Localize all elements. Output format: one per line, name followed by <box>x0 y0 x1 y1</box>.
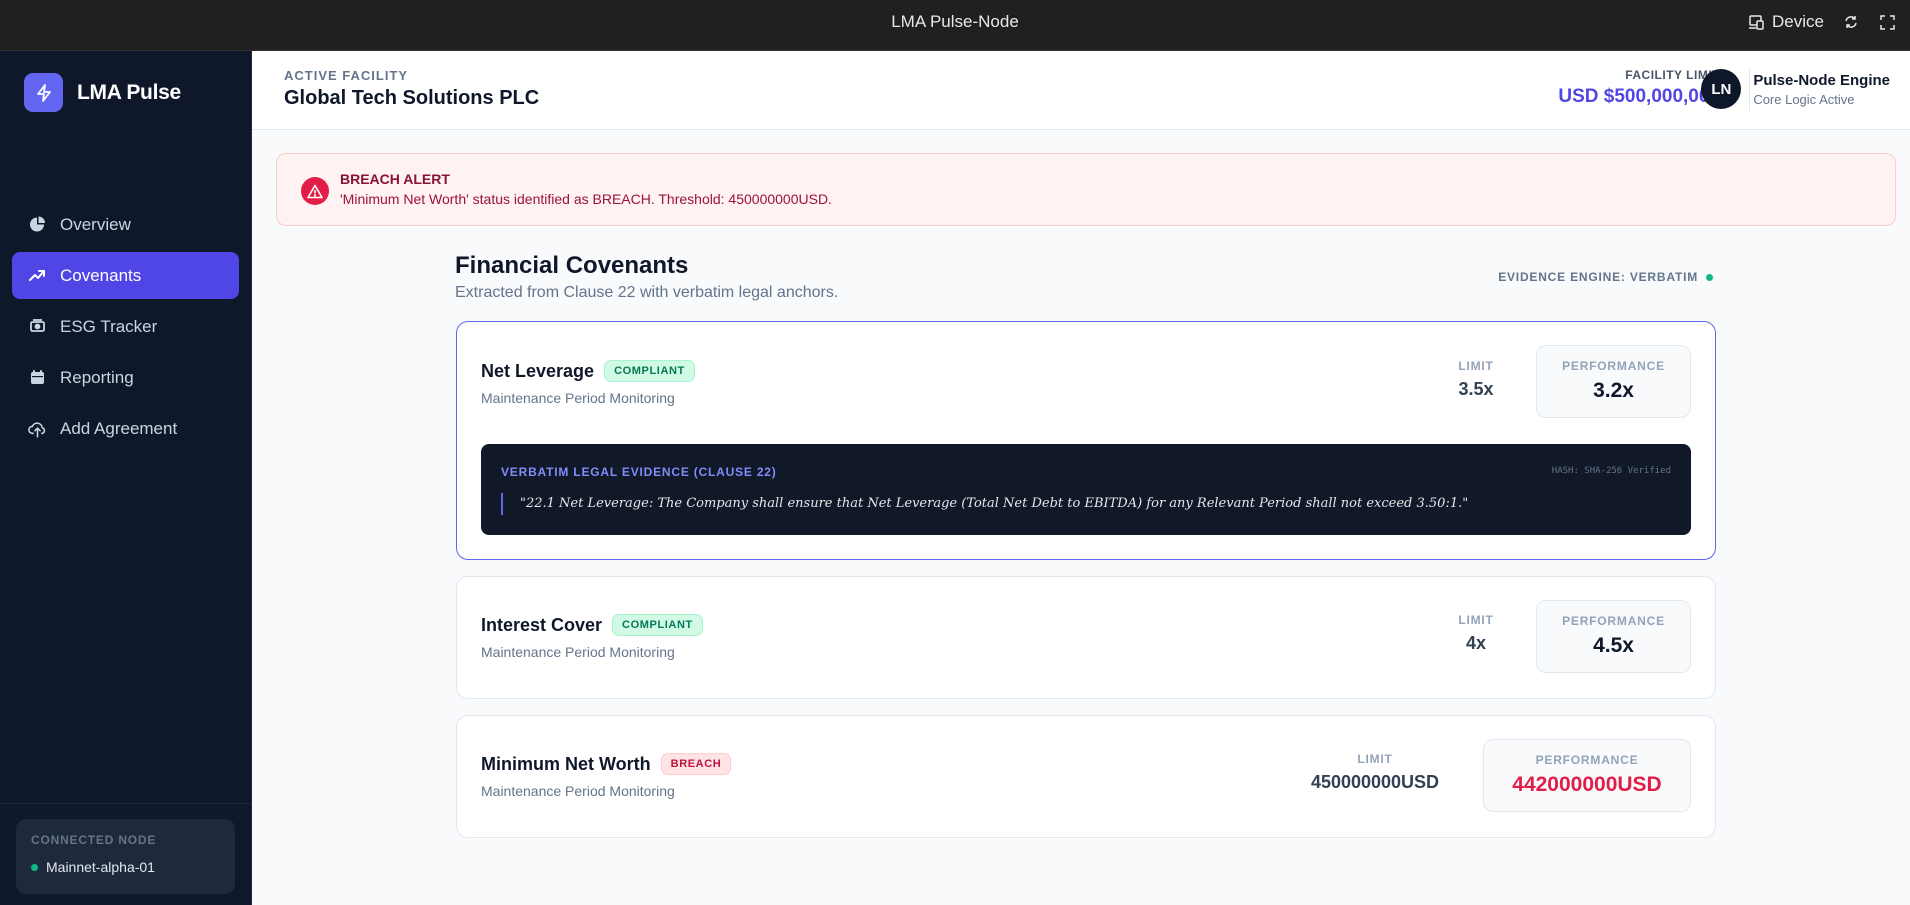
performance-label: PERFORMANCE <box>1562 359 1665 373</box>
page-subtitle: Extracted from Clause 22 with verbatim l… <box>455 284 839 301</box>
covenant-header: Minimum Net Worth BREACH <box>481 753 732 775</box>
covenant-name: Interest Cover <box>481 614 603 635</box>
limit-value: 4x <box>1465 633 1487 653</box>
connected-node-panel: CONNECTED NODE Mainnet-alpha-01 <box>16 819 235 894</box>
window-titlebar: LMA Pulse-Node Device <box>0 0 1910 51</box>
device-label: Device <box>1772 12 1824 31</box>
sidebar-divider <box>0 803 251 804</box>
fullscreen-icon[interactable] <box>1878 13 1896 31</box>
limit-block: LIMIT 450000000USD <box>1295 752 1455 793</box>
active-facility: ACTIVE FACILITY Global Tech Solutions PL… <box>284 68 539 110</box>
covenant-subtitle: Maintenance Period Monitoring <box>481 644 675 660</box>
limit-value: 450000000USD <box>1310 772 1440 792</box>
evidence-hash: HASH: SHA-256 Verified <box>1551 466 1671 476</box>
trending-up-icon <box>28 266 47 285</box>
sidebar-item-label: Covenants <box>60 265 142 285</box>
covenant-name: Net Leverage <box>481 360 595 381</box>
upload-cloud-icon <box>28 419 47 438</box>
node-status: Mainnet-alpha-01 <box>31 859 220 875</box>
evidence-title: VERBATIM LEGAL EVIDENCE (CLAUSE 22) <box>501 465 777 479</box>
facility-limit-label: FACILITY LIMIT <box>1625 68 1720 82</box>
evidence-quote: "22.1 Net Leverage: The Company shall en… <box>501 493 1468 515</box>
user-status: Core Logic Active <box>1753 91 1855 107</box>
sidebar-nav: Overview Covenants ESG Tracker Reporting… <box>12 201 239 456</box>
engine-label: EVIDENCE ENGINE: VERBATIM <box>1498 270 1698 284</box>
limit-label: LIMIT <box>1357 752 1393 766</box>
status-badge: COMPLIANT <box>612 614 703 636</box>
sidebar-item-label: Overview <box>60 214 131 234</box>
window-title: LMA Pulse-Node <box>891 12 1019 31</box>
breach-alert: BREACH ALERT 'Minimum Net Worth' status … <box>276 153 1896 226</box>
verbatim-evidence-panel: VERBATIM LEGAL EVIDENCE (CLAUSE 22) HASH… <box>481 444 1691 535</box>
page-header: ACTIVE FACILITY Global Tech Solutions PL… <box>252 51 1910 130</box>
limit-label: LIMIT <box>1458 613 1494 627</box>
limit-value: 3.5x <box>1458 379 1494 399</box>
limit-block: LIMIT 4x <box>1446 613 1506 654</box>
status-dot-icon <box>31 863 38 871</box>
status-badge: BREACH <box>660 753 732 775</box>
evidence-engine-status: EVIDENCE ENGINE: VERBATIM <box>1498 270 1713 284</box>
sidebar: LMA Pulse Overview Covenants ESG Tracker… <box>0 51 252 905</box>
performance-box: PERFORMANCE 4.5x <box>1536 600 1691 673</box>
performance-box: PERFORMANCE 442000000USD <box>1483 739 1691 812</box>
facility-limit-value: USD $500,000,000 <box>1558 86 1720 107</box>
page-title: Financial Covenants <box>455 252 689 279</box>
covenant-subtitle: Maintenance Period Monitoring <box>481 390 675 406</box>
device-icon <box>1747 13 1765 31</box>
performance-value: 3.2x <box>1593 379 1634 402</box>
covenant-name: Minimum Net Worth <box>481 753 651 774</box>
sidebar-item-label: Add Agreement <box>60 418 178 438</box>
leaf-icon <box>28 317 47 336</box>
limit-label: LIMIT <box>1458 359 1494 373</box>
titlebar-controls: Device <box>1747 0 1896 44</box>
sidebar-item-covenants[interactable]: Covenants <box>12 252 239 299</box>
facility-limit: FACILITY LIMIT USD $500,000,000 <box>1558 68 1720 108</box>
covenant-subtitle: Maintenance Period Monitoring <box>481 783 675 799</box>
sidebar-item-esg-tracker[interactable]: ESG Tracker <box>12 303 239 350</box>
device-button[interactable]: Device <box>1747 12 1824 32</box>
facility-label: ACTIVE FACILITY <box>284 68 409 83</box>
performance-label: PERFORMANCE <box>1562 614 1665 628</box>
covenant-card-interest-cover[interactable]: Interest Cover COMPLIANT Maintenance Per… <box>456 576 1716 699</box>
facility-name: Global Tech Solutions PLC <box>284 87 540 109</box>
sidebar-item-label: ESG Tracker <box>60 316 158 336</box>
pie-chart-icon <box>28 215 47 234</box>
performance-value: 4.5x <box>1593 634 1634 657</box>
user-profile[interactable]: LN Pulse-Node Engine Core Logic Active <box>1701 69 1890 109</box>
alert-title: BREACH ALERT <box>340 171 450 187</box>
performance-box: PERFORMANCE 3.2x <box>1536 345 1691 418</box>
brand[interactable]: LMA Pulse <box>24 73 181 112</box>
node-name: Mainnet-alpha-01 <box>46 859 155 875</box>
refresh-icon[interactable] <box>1842 13 1860 31</box>
node-label: CONNECTED NODE <box>31 833 157 847</box>
covenant-card-minimum-net-worth[interactable]: Minimum Net Worth BREACH Maintenance Per… <box>456 715 1716 838</box>
calendar-icon <box>28 368 47 387</box>
user-name: Pulse-Node Engine <box>1753 71 1890 89</box>
brand-name: LMA Pulse <box>77 80 181 104</box>
covenant-header: Net Leverage COMPLIANT <box>481 360 695 382</box>
covenant-card-net-leverage[interactable]: Net Leverage COMPLIANT Maintenance Perio… <box>456 321 1716 560</box>
lightning-icon <box>24 73 63 112</box>
sidebar-item-reporting[interactable]: Reporting <box>12 354 239 401</box>
covenant-header: Interest Cover COMPLIANT <box>481 614 703 636</box>
status-badge: COMPLIANT <box>604 360 695 382</box>
sidebar-item-label: Reporting <box>60 367 134 387</box>
performance-label: PERFORMANCE <box>1535 753 1639 767</box>
alert-message: 'Minimum Net Worth' status identified as… <box>340 191 832 207</box>
avatar: LN <box>1701 69 1742 109</box>
warning-icon <box>301 177 329 205</box>
sidebar-item-overview[interactable]: Overview <box>12 201 239 248</box>
limit-block: LIMIT 3.5x <box>1446 359 1506 400</box>
sidebar-item-add-agreement[interactable]: Add Agreement <box>12 405 239 452</box>
performance-value: 442000000USD <box>1512 773 1662 796</box>
engine-status-dot-icon <box>1706 273 1713 281</box>
